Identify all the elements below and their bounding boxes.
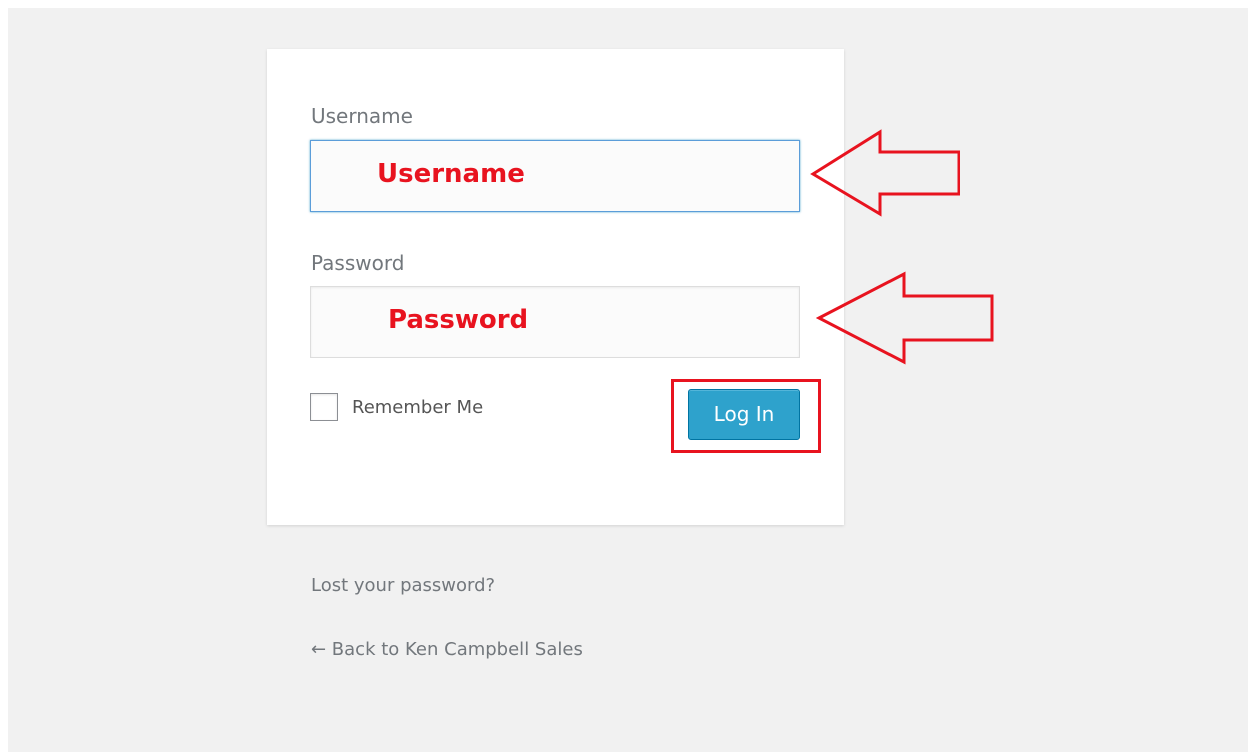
left-arrow-outline-icon: [810, 129, 960, 217]
password-label: Password: [311, 251, 405, 275]
login-button-highlight-box: [671, 379, 821, 453]
left-arrow-outline-icon: [816, 271, 994, 365]
username-label: Username: [311, 104, 413, 128]
password-annotation: Password: [388, 305, 529, 335]
username-annotation: Username: [377, 159, 525, 189]
password-input[interactable]: [310, 286, 800, 358]
remember-me-checkbox[interactable]: [310, 393, 338, 421]
back-to-site-link[interactable]: ← Back to Ken Campbell Sales: [311, 639, 583, 661]
lost-password-link[interactable]: Lost your password?: [311, 575, 495, 597]
remember-me-label[interactable]: Remember Me: [352, 397, 483, 419]
